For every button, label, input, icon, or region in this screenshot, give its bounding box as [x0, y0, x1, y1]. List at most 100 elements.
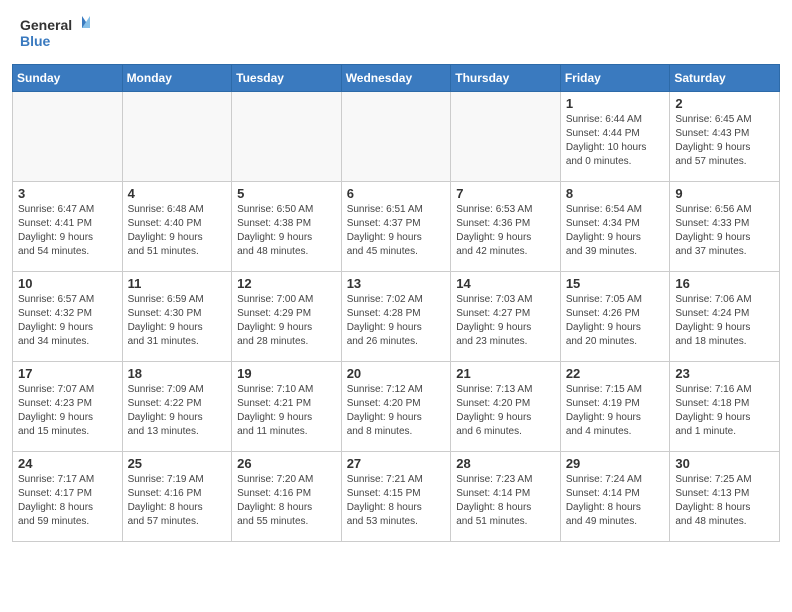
day-number: 16 [675, 276, 774, 291]
calendar-cell: 20 Sunrise: 7:12 AM Sunset: 4:20 PM Dayli… [341, 362, 451, 452]
calendar-cell: 19 Sunrise: 7:10 AM Sunset: 4:21 PM Dayli… [232, 362, 342, 452]
day-info: Sunrise: 6:54 AM Sunset: 4:34 PM Dayligh… [566, 203, 665, 259]
calendar-cell: 12 Sunrise: 7:00 AM Sunset: 4:29 PM Dayli… [232, 272, 342, 362]
day-info: Sunrise: 7:19 AM Sunset: 4:16 PM Dayligh… [128, 473, 227, 529]
weekday-header-monday: Monday [122, 65, 232, 92]
calendar-cell [13, 92, 123, 182]
day-number: 1 [566, 96, 665, 111]
day-number: 10 [18, 276, 117, 291]
calendar-cell: 30Sunrise: 7:25 AM Sunset: 4:13 PM Dayli… [670, 452, 780, 542]
weekday-header-friday: Friday [560, 65, 670, 92]
calendar-cell: 8 Sunrise: 6:54 AM Sunset: 4:34 PM Daylig… [560, 182, 670, 272]
calendar-cell: 25 Sunrise: 7:19 AM Sunset: 4:16 PM Dayli… [122, 452, 232, 542]
day-info: Sunrise: 7:23 AM Sunset: 4:14 PM Dayligh… [456, 473, 555, 529]
calendar-cell: 11 Sunrise: 6:59 AM Sunset: 4:30 PM Dayli… [122, 272, 232, 362]
day-number: 18 [128, 366, 227, 381]
day-number: 14 [456, 276, 555, 291]
day-number: 5 [237, 186, 336, 201]
day-number: 28 [456, 456, 555, 471]
day-number: 21 [456, 366, 555, 381]
calendar-cell: 26Sunrise: 7:20 AM Sunset: 4:16 PM Dayli… [232, 452, 342, 542]
calendar-cell: 24 Sunrise: 7:17 AM Sunset: 4:17 PM Dayli… [13, 452, 123, 542]
day-number: 23 [675, 366, 774, 381]
day-info: Sunrise: 6:47 AM Sunset: 4:41 PM Dayligh… [18, 203, 117, 259]
calendar-cell: 18 Sunrise: 7:09 AM Sunset: 4:22 PM Dayli… [122, 362, 232, 452]
day-number: 24 [18, 456, 117, 471]
calendar-cell: 6Sunrise: 6:51 AM Sunset: 4:37 PM Daylig… [341, 182, 451, 272]
calendar-cell: 23 Sunrise: 7:16 AM Sunset: 4:18 PM Dayli… [670, 362, 780, 452]
calendar-cell [451, 92, 561, 182]
day-number: 30 [675, 456, 774, 471]
calendar-cell: 16 Sunrise: 7:06 AM Sunset: 4:24 PM Dayli… [670, 272, 780, 362]
weekday-header-thursday: Thursday [451, 65, 561, 92]
day-info: Sunrise: 7:13 AM Sunset: 4:20 PM Dayligh… [456, 383, 555, 439]
day-info: Sunrise: 7:07 AM Sunset: 4:23 PM Dayligh… [18, 383, 117, 439]
day-info: Sunrise: 7:05 AM Sunset: 4:26 PM Dayligh… [566, 293, 665, 349]
day-number: 13 [347, 276, 446, 291]
calendar-table: SundayMondayTuesdayWednesdayThursdayFrid… [12, 64, 780, 542]
logo: General Blue [20, 14, 90, 56]
day-info: Sunrise: 6:56 AM Sunset: 4:33 PM Dayligh… [675, 203, 774, 259]
day-info: Sunrise: 7:06 AM Sunset: 4:24 PM Dayligh… [675, 293, 774, 349]
calendar-cell: 14 Sunrise: 7:03 AM Sunset: 4:27 PM Dayli… [451, 272, 561, 362]
day-number: 6 [347, 186, 446, 201]
calendar: SundayMondayTuesdayWednesdayThursdayFrid… [0, 64, 792, 612]
logo-svg: General Blue [20, 14, 90, 56]
day-info: Sunrise: 7:02 AM Sunset: 4:28 PM Dayligh… [347, 293, 446, 349]
day-info: Sunrise: 6:44 AM Sunset: 4:44 PM Dayligh… [566, 113, 665, 169]
weekday-header-sunday: Sunday [13, 65, 123, 92]
calendar-cell: 4Sunrise: 6:48 AM Sunset: 4:40 PM Daylig… [122, 182, 232, 272]
day-info: Sunrise: 7:00 AM Sunset: 4:29 PM Dayligh… [237, 293, 336, 349]
calendar-cell: 7Sunrise: 6:53 AM Sunset: 4:36 PM Daylig… [451, 182, 561, 272]
calendar-cell: 2 Sunrise: 6:45 AM Sunset: 4:43 PM Daylig… [670, 92, 780, 182]
day-number: 19 [237, 366, 336, 381]
day-number: 11 [128, 276, 227, 291]
day-number: 17 [18, 366, 117, 381]
day-info: Sunrise: 7:09 AM Sunset: 4:22 PM Dayligh… [128, 383, 227, 439]
svg-text:General: General [20, 17, 72, 33]
day-info: Sunrise: 7:03 AM Sunset: 4:27 PM Dayligh… [456, 293, 555, 349]
calendar-cell [341, 92, 451, 182]
calendar-cell: 21 Sunrise: 7:13 AM Sunset: 4:20 PM Dayli… [451, 362, 561, 452]
weekday-header-tuesday: Tuesday [232, 65, 342, 92]
calendar-cell [232, 92, 342, 182]
day-number: 12 [237, 276, 336, 291]
header: General Blue [0, 0, 792, 64]
day-number: 22 [566, 366, 665, 381]
day-info: Sunrise: 7:10 AM Sunset: 4:21 PM Dayligh… [237, 383, 336, 439]
day-info: Sunrise: 7:12 AM Sunset: 4:20 PM Dayligh… [347, 383, 446, 439]
calendar-cell: 27Sunrise: 7:21 AM Sunset: 4:15 PM Dayli… [341, 452, 451, 542]
day-number: 8 [566, 186, 665, 201]
page: General Blue SundayMondayTuesdayWednesda… [0, 0, 792, 612]
week-row-3: 17 Sunrise: 7:07 AM Sunset: 4:23 PM Dayli… [13, 362, 780, 452]
day-info: Sunrise: 7:20 AM Sunset: 4:16 PM Dayligh… [237, 473, 336, 529]
day-info: Sunrise: 7:17 AM Sunset: 4:17 PM Dayligh… [18, 473, 117, 529]
calendar-cell: 10 Sunrise: 6:57 AM Sunset: 4:32 PM Dayli… [13, 272, 123, 362]
day-info: Sunrise: 6:57 AM Sunset: 4:32 PM Dayligh… [18, 293, 117, 349]
day-number: 2 [675, 96, 774, 111]
day-info: Sunrise: 6:50 AM Sunset: 4:38 PM Dayligh… [237, 203, 336, 259]
calendar-cell: 17 Sunrise: 7:07 AM Sunset: 4:23 PM Dayli… [13, 362, 123, 452]
day-number: 4 [128, 186, 227, 201]
weekday-header-wednesday: Wednesday [341, 65, 451, 92]
day-info: Sunrise: 7:24 AM Sunset: 4:14 PM Dayligh… [566, 473, 665, 529]
day-number: 20 [347, 366, 446, 381]
week-row-4: 24 Sunrise: 7:17 AM Sunset: 4:17 PM Dayli… [13, 452, 780, 542]
svg-text:Blue: Blue [20, 33, 51, 49]
calendar-cell: 28 Sunrise: 7:23 AM Sunset: 4:14 PM Dayli… [451, 452, 561, 542]
day-info: Sunrise: 7:15 AM Sunset: 4:19 PM Dayligh… [566, 383, 665, 439]
day-number: 9 [675, 186, 774, 201]
calendar-cell: 9 Sunrise: 6:56 AM Sunset: 4:33 PM Daylig… [670, 182, 780, 272]
day-number: 29 [566, 456, 665, 471]
day-info: Sunrise: 6:59 AM Sunset: 4:30 PM Dayligh… [128, 293, 227, 349]
day-number: 25 [128, 456, 227, 471]
day-number: 7 [456, 186, 555, 201]
week-row-1: 3 Sunrise: 6:47 AM Sunset: 4:41 PM Daylig… [13, 182, 780, 272]
day-number: 3 [18, 186, 117, 201]
day-info: Sunrise: 6:45 AM Sunset: 4:43 PM Dayligh… [675, 113, 774, 169]
calendar-cell: 13 Sunrise: 7:02 AM Sunset: 4:28 PM Dayli… [341, 272, 451, 362]
weekday-header-saturday: Saturday [670, 65, 780, 92]
day-info: Sunrise: 7:16 AM Sunset: 4:18 PM Dayligh… [675, 383, 774, 439]
calendar-cell: 29 Sunrise: 7:24 AM Sunset: 4:14 PM Dayli… [560, 452, 670, 542]
calendar-cell: 3 Sunrise: 6:47 AM Sunset: 4:41 PM Daylig… [13, 182, 123, 272]
